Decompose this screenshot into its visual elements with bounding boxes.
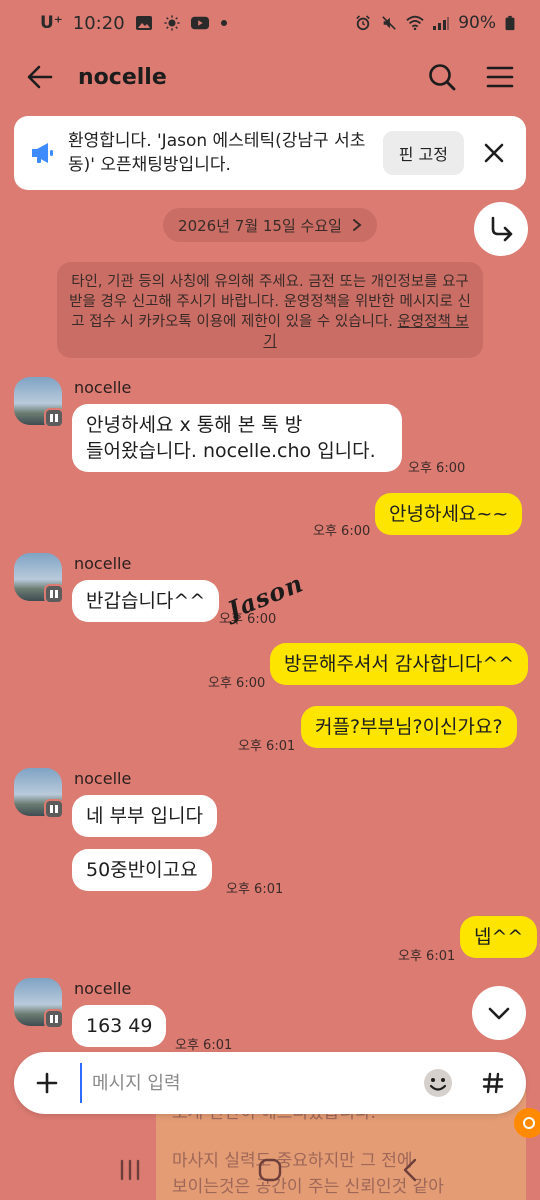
mute-icon <box>382 16 396 30</box>
sender-name: nocelle <box>74 378 132 397</box>
message-time: 오후 6:01 <box>398 949 456 964</box>
message-bubble-out[interactable]: 방문해주셔서 감사합니다^^ <box>270 643 529 685</box>
plus-icon <box>36 1072 58 1094</box>
chat-badge-icon <box>44 584 64 604</box>
status-time: 10:20 <box>72 12 125 34</box>
hashtag-button[interactable] <box>470 1060 516 1106</box>
emoji-icon <box>424 1069 452 1097</box>
dot-icon <box>220 20 227 26</box>
message-bubble-out[interactable]: 안녕하세요~~ <box>375 493 523 535</box>
date-label: 2026년 7월 15일 수요일 <box>178 216 342 235</box>
policy-notice: 타인, 기관 등의 사칭에 유의해 주세요. 금전 또는 개인정보를 요구 받을… <box>57 262 483 358</box>
home-icon <box>258 1158 282 1182</box>
message-time: 오후 6:01 <box>175 1038 233 1053</box>
status-right: 90% <box>354 13 516 33</box>
close-icon <box>484 143 504 163</box>
message-time: 오후 6:00 <box>208 676 266 691</box>
message-time: 오후 6:00 <box>313 524 371 539</box>
message-bubble-out[interactable]: 커플?부부님?이신가요? <box>301 706 517 748</box>
alarm-icon <box>356 15 370 31</box>
brightness-icon <box>164 15 180 31</box>
home-button[interactable] <box>240 1145 300 1195</box>
app-bar: nocelle <box>0 46 540 108</box>
recent-apps-button[interactable] <box>100 1145 160 1195</box>
system-nav-bar <box>0 1140 540 1200</box>
message-time: 오후 6:01 <box>238 739 296 754</box>
emoji-button[interactable] <box>418 1063 458 1103</box>
back-icon <box>403 1158 417 1182</box>
pin-button[interactable]: 핀 고정 <box>382 131 464 175</box>
back-arrow-icon <box>27 65 53 89</box>
hashtag-icon <box>482 1072 504 1094</box>
notice-banner[interactable]: 환영합니다. 'Jason 에스테틱(강남구 서초동)' 오픈채팅방입니다. 핀… <box>14 116 526 190</box>
message-bubble-in[interactable]: 안녕하세요 x 통해 본 톡 방 들어왔습니다. nocelle.cho 입니다… <box>72 404 402 472</box>
status-bar: U⁺ 10:20 90% <box>0 0 540 46</box>
app-actions <box>422 57 520 97</box>
signal-icon <box>433 17 450 30</box>
attach-button[interactable] <box>24 1060 70 1106</box>
chat-title: nocelle <box>78 64 167 90</box>
chat-badge-icon <box>44 1009 64 1029</box>
message-bubble-in[interactable]: 50중반이고요 <box>72 849 212 891</box>
chat-badge-icon <box>44 799 64 819</box>
search-icon <box>429 64 456 91</box>
message-bubble-in[interactable]: 네 부부 입니다 <box>72 795 217 837</box>
scroll-down-button[interactable] <box>472 986 526 1040</box>
message-input[interactable] <box>80 1063 418 1103</box>
chevron-down-icon <box>488 1007 510 1020</box>
nav-back-button[interactable] <box>380 1145 440 1195</box>
sender-name: nocelle <box>74 979 132 998</box>
message-input-bar <box>14 1052 526 1114</box>
notice-close-button[interactable] <box>476 135 512 171</box>
share-button[interactable] <box>474 202 528 256</box>
youtube-icon <box>190 16 209 30</box>
message-line: 들어왔습니다. nocelle.cho 입니다. <box>86 440 376 462</box>
chat-badge-icon <box>44 408 64 428</box>
status-left: U⁺ 10:20 <box>40 13 229 34</box>
sender-name: nocelle <box>74 554 132 573</box>
chevron-right-icon <box>352 219 362 231</box>
floating-bubble-icon[interactable] <box>514 1108 540 1138</box>
notice-text: 환영합니다. 'Jason 에스테틱(강남구 서초동)' 오픈채팅방입니다. <box>68 131 366 175</box>
menu-button[interactable] <box>480 57 520 97</box>
message-time: 오후 6:00 <box>408 461 466 476</box>
gallery-icon <box>135 16 152 30</box>
date-divider[interactable]: 2026년 7월 15일 수요일 <box>163 208 377 242</box>
search-button[interactable] <box>422 57 462 97</box>
megaphone-icon <box>32 143 53 163</box>
battery-icon <box>505 15 515 31</box>
sender-name: nocelle <box>74 769 132 788</box>
message-bubble-in[interactable]: 163 49 <box>72 1005 167 1047</box>
battery-percent: 90% <box>458 13 496 33</box>
message-time: 오후 6:01 <box>226 882 284 897</box>
carrier-label: U⁺ <box>40 13 63 33</box>
message-bubble-in[interactable]: 반갑습니다^^ <box>72 580 220 622</box>
message-bubble-out[interactable]: 넵^^ <box>460 916 538 958</box>
menu-icon <box>486 66 514 88</box>
wifi-icon <box>406 15 424 31</box>
back-button[interactable] <box>20 57 60 97</box>
recent-apps-icon <box>120 1159 140 1181</box>
share-arrow-icon <box>491 216 513 242</box>
message-line: 안녕하세요 x 통해 본 톡 방 <box>86 414 303 436</box>
